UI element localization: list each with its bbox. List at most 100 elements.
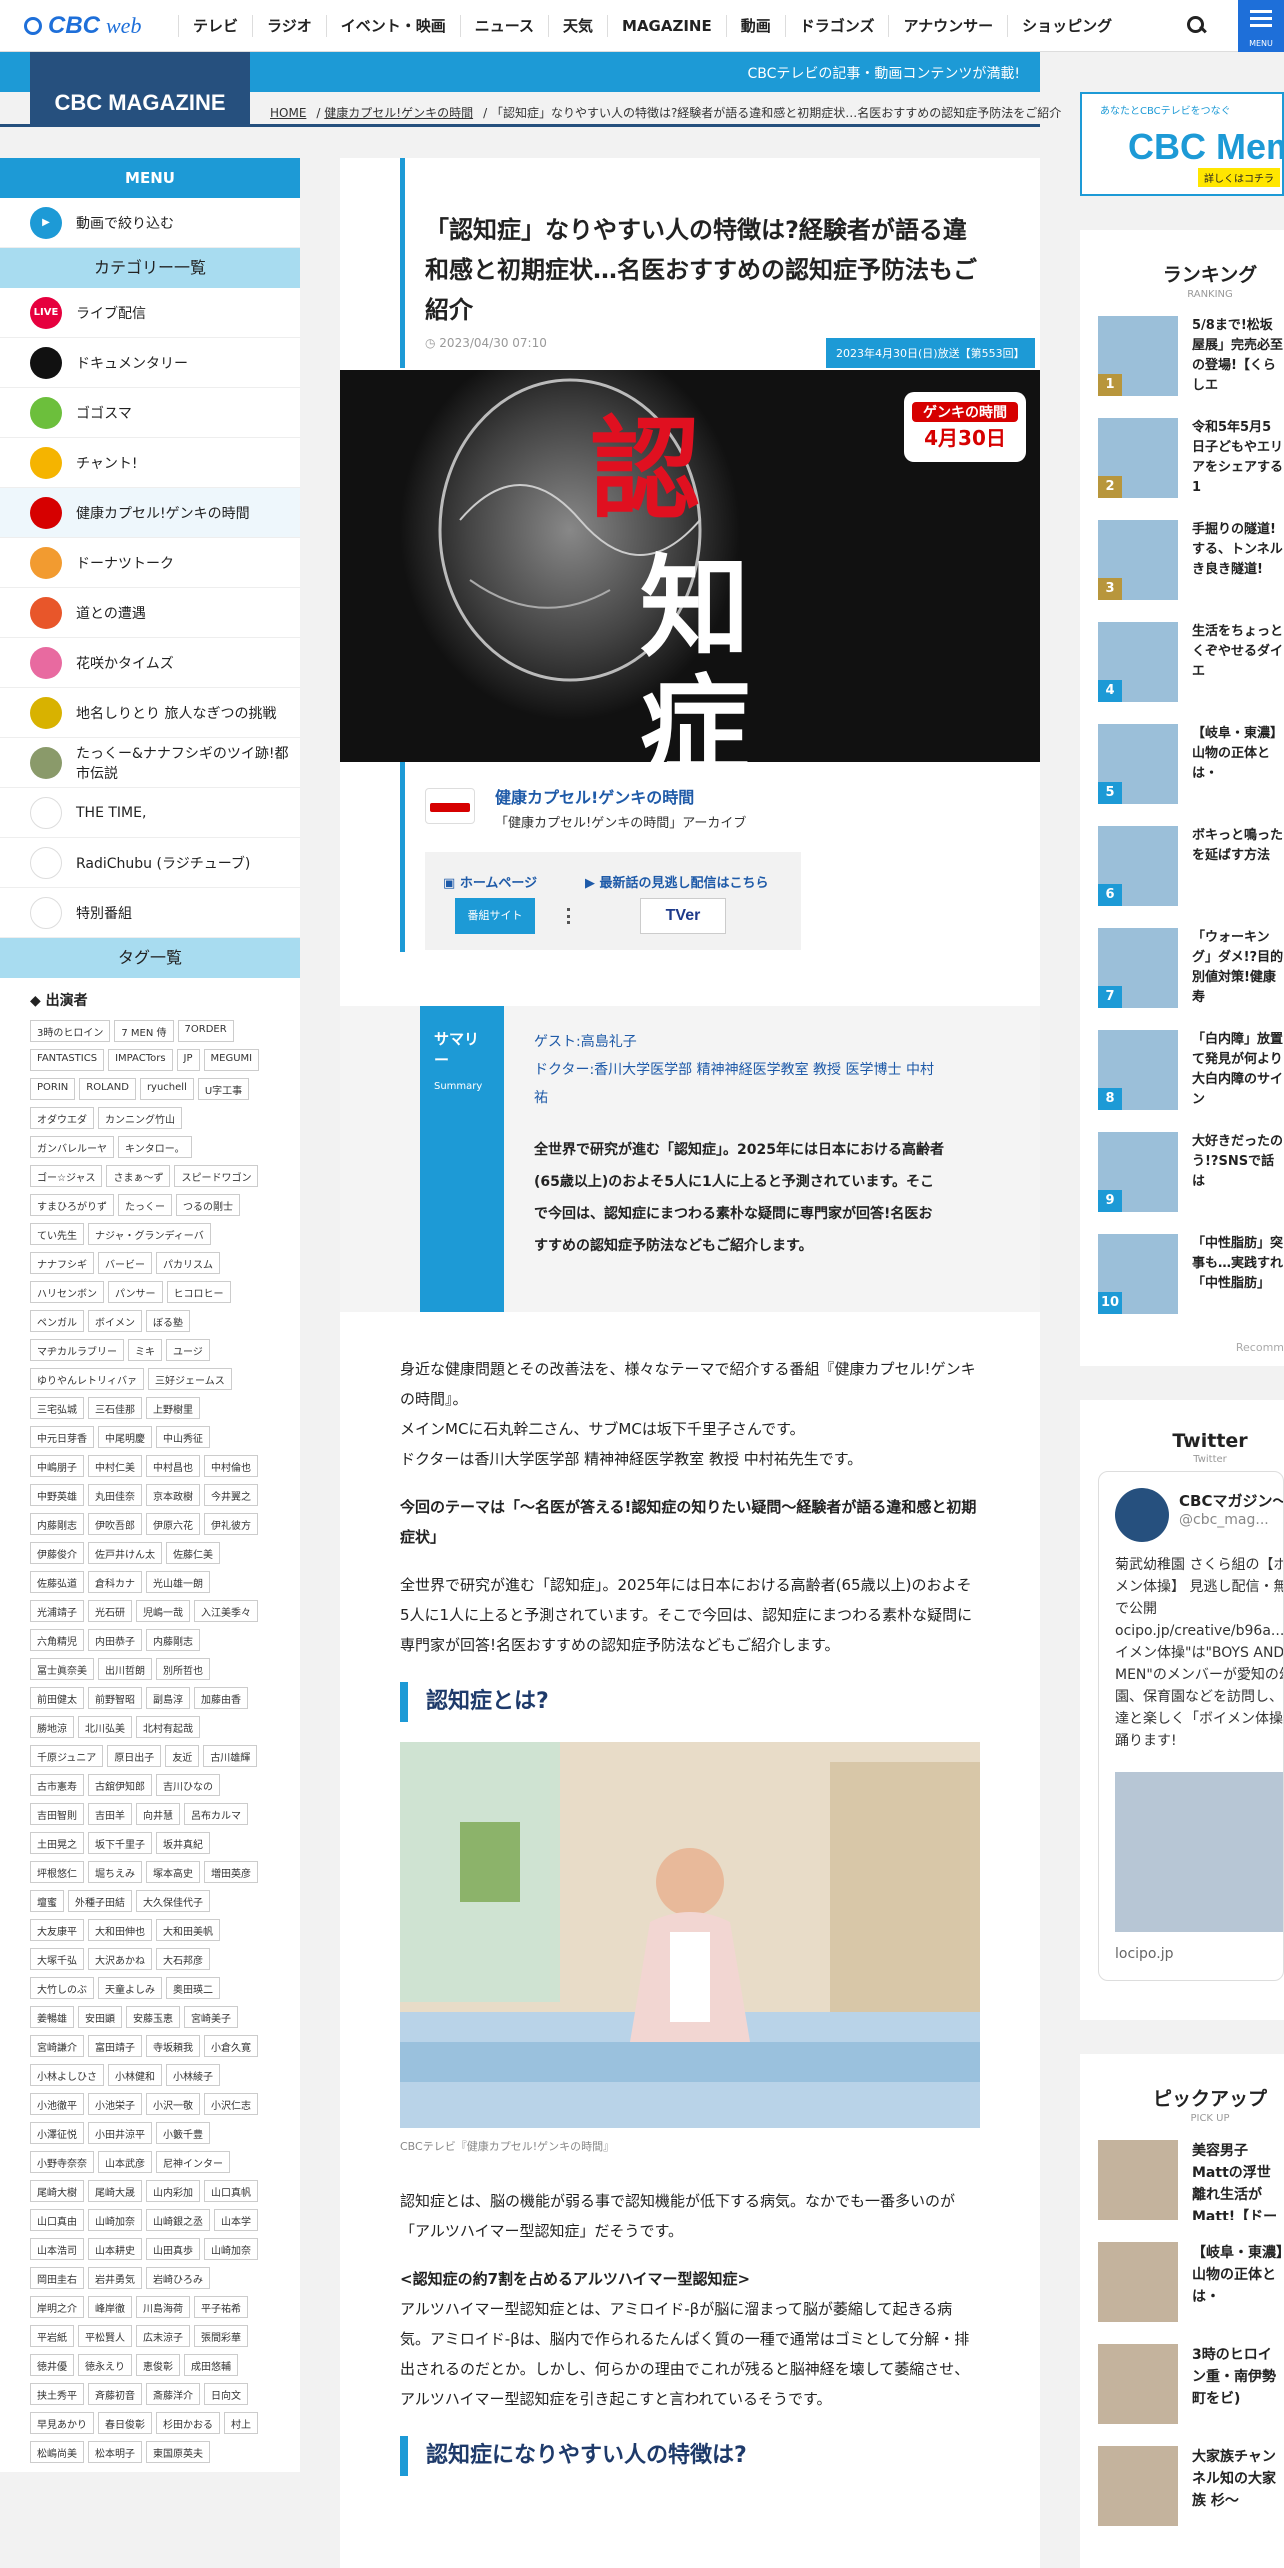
- tag-chip[interactable]: 佐藤仁美: [166, 1542, 220, 1564]
- tag-chip[interactable]: ナナフシギ: [30, 1252, 94, 1274]
- tag-chip[interactable]: 広末涼子: [136, 2325, 190, 2347]
- tag-chip[interactable]: U字工事: [197, 1078, 250, 1100]
- pickup-item[interactable]: 大家族チャンネル知の大家族 杉〜: [1080, 2436, 1284, 2538]
- tag-chip[interactable]: 小林綾子: [166, 2064, 220, 2086]
- tag-chip[interactable]: てい先生: [30, 1223, 84, 1245]
- tag-chip[interactable]: ryuchell: [139, 1078, 194, 1100]
- ranking-item[interactable]: 7 「ウォーキング」ダメ!?目的別値対策!健康寿: [1080, 918, 1284, 1020]
- search-icon[interactable]: [1184, 13, 1210, 39]
- tag-chip[interactable]: 前田健太: [30, 1687, 84, 1709]
- tag-chip[interactable]: 大和田美帆: [156, 1919, 220, 1941]
- tag-chip[interactable]: キンタロー。: [118, 1136, 192, 1158]
- tag-chip[interactable]: 塚本高史: [146, 1861, 200, 1883]
- tag-chip[interactable]: PORIN: [30, 1078, 76, 1100]
- ranking-item[interactable]: 8 「白内障」放置て発見が何より大白内障のサイン: [1080, 1020, 1284, 1122]
- tag-chip[interactable]: 川島海荷: [136, 2296, 190, 2318]
- tag-chip[interactable]: 大和田伸也: [88, 1919, 152, 1941]
- ranking-item[interactable]: 3 手掘りの隧道!する、トンネルき良き隧道!: [1080, 510, 1284, 612]
- tag-chip[interactable]: 外種子田結: [68, 1890, 132, 1912]
- tag-chip[interactable]: 小林よしひさ: [30, 2064, 104, 2086]
- tag-chip[interactable]: 三石佳那: [88, 1397, 142, 1419]
- category-item[interactable]: LIVE ライブ配信: [0, 288, 300, 338]
- tag-chip[interactable]: 古市憲寿: [30, 1774, 84, 1796]
- tag-chip[interactable]: 小倉久寛: [204, 2035, 258, 2057]
- tag-chip[interactable]: 原日出子: [107, 1745, 162, 1767]
- tag-chip[interactable]: 斉藤初音: [88, 2383, 142, 2405]
- tag-chip[interactable]: 六角精児: [30, 1629, 84, 1651]
- tag-chip[interactable]: 岩崎ひろみ: [146, 2267, 210, 2289]
- tag-chip[interactable]: ゆりやんレトリィバァ: [30, 1368, 144, 1390]
- tag-chip[interactable]: 松嶋尚美: [30, 2441, 84, 2463]
- tag-chip[interactable]: 光石研: [88, 1600, 132, 1622]
- tag-chip[interactable]: 中村仁美: [88, 1455, 142, 1477]
- tag-chip[interactable]: 安藤玉恵: [126, 2006, 180, 2028]
- tag-chip[interactable]: 小澤征悦: [30, 2122, 84, 2144]
- tag-chip[interactable]: 坪根悠仁: [30, 1861, 84, 1883]
- tag-chip[interactable]: 友近: [165, 1745, 200, 1767]
- tag-chip[interactable]: IMPACTors: [108, 1049, 173, 1071]
- tag-chip[interactable]: 奥田瑛二: [166, 1977, 220, 1999]
- tag-chip[interactable]: 向井慧: [136, 1803, 180, 1825]
- cbc-web-logo[interactable]: CBC web: [24, 12, 141, 40]
- tag-chip[interactable]: 小池徹平: [30, 2093, 84, 2115]
- pickup-item[interactable]: 3時のヒロイン重・南伊勢町をビ): [1080, 2334, 1284, 2436]
- tag-chip[interactable]: 安田顕: [78, 2006, 122, 2028]
- tag-chip[interactable]: 富田靖子: [88, 2035, 142, 2057]
- tag-chip[interactable]: パカリスム: [156, 1252, 220, 1274]
- tag-chip[interactable]: FANTASTICS: [30, 1049, 105, 1071]
- tag-chip[interactable]: 吉川ひなの: [156, 1774, 220, 1796]
- category-item[interactable]: ゴゴスマ: [0, 388, 300, 438]
- tag-chip[interactable]: 中村倫也: [204, 1455, 258, 1477]
- tag-chip[interactable]: たっくー: [118, 1194, 172, 1216]
- tag-chip[interactable]: 内藤剛志: [30, 1513, 84, 1535]
- tag-chip[interactable]: バービー: [98, 1252, 152, 1274]
- tag-chip[interactable]: 平子祐希: [194, 2296, 248, 2318]
- tag-chip[interactable]: 内田恭子: [88, 1629, 142, 1651]
- cbc-member-ad[interactable]: あなたとCBCテレビをつなぐ CBC Mem 詳しくはコチラ: [1080, 92, 1284, 196]
- tag-chip[interactable]: 入江美季々: [194, 1600, 258, 1622]
- tag-chip[interactable]: 尾崎大樹: [30, 2180, 84, 2202]
- tag-chip[interactable]: 岸明之介: [30, 2296, 84, 2318]
- tag-chip[interactable]: 天童よしみ: [98, 1977, 162, 1999]
- tag-chip[interactable]: スピードワゴン: [174, 1165, 259, 1187]
- tag-chip[interactable]: 光山雄一朗: [146, 1571, 210, 1593]
- tag-chip[interactable]: 壇蜜: [30, 1890, 64, 1912]
- tag-chip[interactable]: 古川雄輝: [203, 1745, 258, 1767]
- tag-chip[interactable]: 尼神インター: [156, 2151, 230, 2173]
- ranking-item[interactable]: 2 令和5年5月5日子どもやエリアをシェアする1: [1080, 408, 1284, 510]
- tag-chip[interactable]: 中村昌也: [146, 1455, 200, 1477]
- tag-chip[interactable]: 中尾明慶: [98, 1426, 152, 1448]
- tag-chip[interactable]: 山口真帆: [204, 2180, 258, 2202]
- category-item[interactable]: チャント!: [0, 438, 300, 488]
- pickup-item[interactable]: 【岐阜・東濃】山物の正体とは・: [1080, 2232, 1284, 2334]
- tag-chip[interactable]: 前野智昭: [88, 1687, 142, 1709]
- tag-chip[interactable]: ボイメン: [88, 1310, 142, 1332]
- tag-chip[interactable]: 佐戸井けん太: [88, 1542, 162, 1564]
- ranking-item[interactable]: 4 生活をちょっとくぞやせるダイエ: [1080, 612, 1284, 714]
- tag-chip[interactable]: 山内彩加: [146, 2180, 200, 2202]
- tag-chip[interactable]: 京本政樹: [146, 1484, 200, 1506]
- ranking-item[interactable]: 5 【岐阜・東濃】山物の正体とは・: [1080, 714, 1284, 816]
- tag-chip[interactable]: 中元日芽香: [30, 1426, 94, 1448]
- tag-chip[interactable]: 勝地涼: [30, 1716, 74, 1738]
- category-item[interactable]: 特別番組: [0, 888, 300, 938]
- tag-chip[interactable]: 山崎加奈: [204, 2238, 258, 2260]
- tag-chip[interactable]: 小籔千豊: [156, 2122, 210, 2144]
- tag-chip[interactable]: ミキ: [128, 1339, 162, 1361]
- tag-chip[interactable]: ナジャ・グランディーバ: [88, 1223, 211, 1245]
- nav-item[interactable]: ニュース: [459, 15, 548, 37]
- tag-chip[interactable]: 別所哲也: [156, 1658, 210, 1680]
- tag-chip[interactable]: 張間彩華: [194, 2325, 248, 2347]
- tag-chip[interactable]: ガンバレルーヤ: [30, 1136, 114, 1158]
- nav-item[interactable]: 天気: [548, 15, 607, 37]
- tag-chip[interactable]: 春日俊彰: [98, 2412, 152, 2434]
- tag-chip[interactable]: 土田晃之: [30, 1832, 84, 1854]
- ad-link[interactable]: 詳しくはコチラ: [1198, 168, 1280, 187]
- breadcrumb-program[interactable]: 健康カプセル!ゲンキの時間: [324, 106, 473, 120]
- tag-chip[interactable]: 上野樹里: [146, 1397, 200, 1419]
- tag-chip[interactable]: つるの剛士: [176, 1194, 240, 1216]
- tag-chip[interactable]: 山崎加奈: [88, 2209, 142, 2231]
- nav-item[interactable]: 動画: [725, 15, 785, 37]
- tag-chip[interactable]: 坂下千里子: [88, 1832, 152, 1854]
- category-item[interactable]: 地名しりとり 旅人なぎつの挑戦: [0, 688, 300, 738]
